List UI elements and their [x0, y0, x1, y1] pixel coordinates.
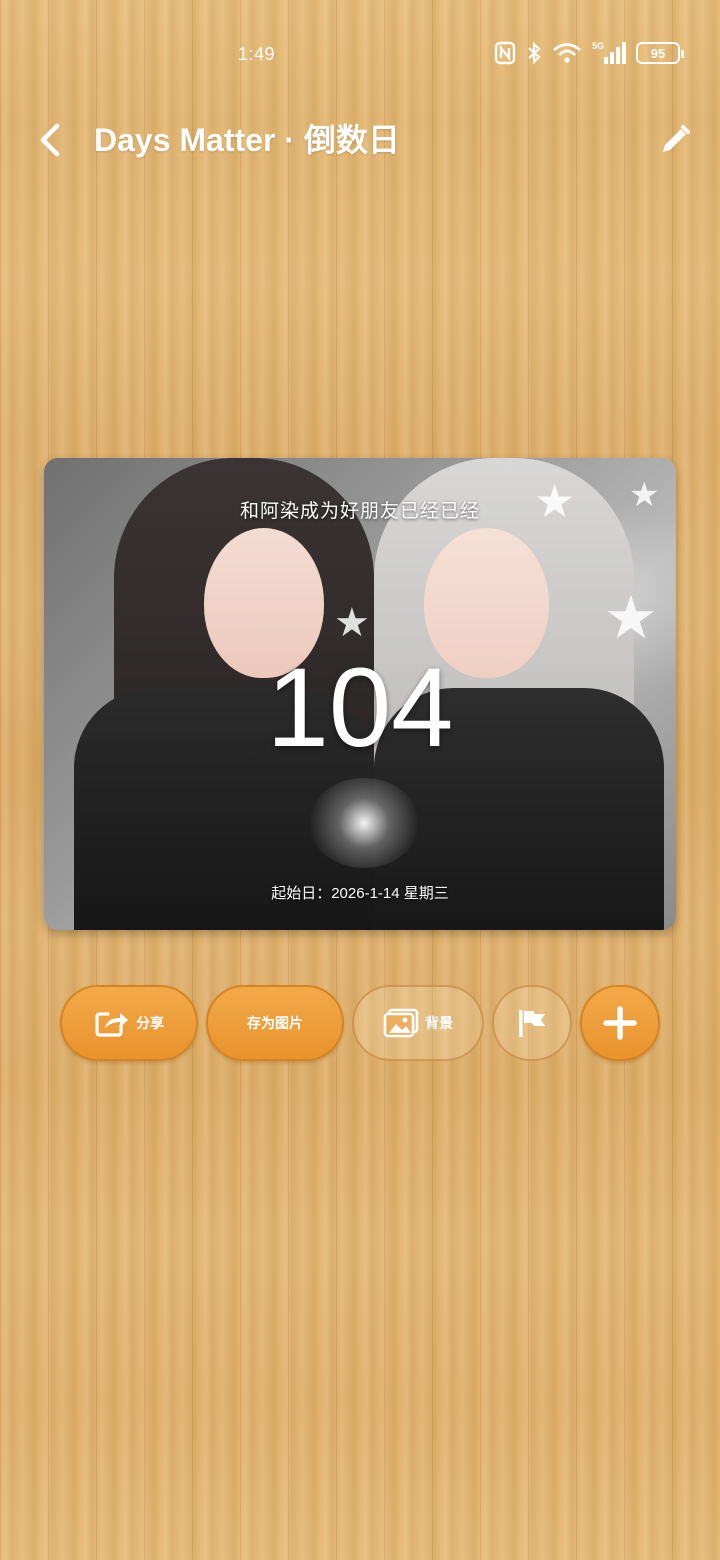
share-label: 分享	[136, 1015, 164, 1031]
background-button[interactable]: 背景	[352, 985, 484, 1061]
back-button[interactable]	[30, 119, 70, 161]
image-icon	[383, 1008, 419, 1038]
action-bar: 分享 存为图片 背景	[60, 985, 670, 1063]
app-header: Days Matter · 倒数日	[0, 105, 720, 175]
start-date: 起始日：2026-1-14 星期三	[271, 885, 449, 902]
status-icons: 5G 95	[494, 38, 684, 68]
plus-icon	[603, 1006, 637, 1040]
save-image-label: 存为图片	[247, 1015, 303, 1031]
pencil-icon	[663, 125, 690, 152]
card-background-glow	[309, 778, 419, 868]
add-button[interactable]	[580, 985, 660, 1061]
countdown-card[interactable]: ★ ★ ★ ★ 和阿染成为好朋友已经已经 104 起始日：2026-1-14 星…	[44, 458, 676, 930]
chevron-left-icon	[40, 123, 60, 157]
share-button[interactable]: 分享	[60, 985, 198, 1061]
wifi-icon	[552, 42, 582, 64]
share-icon	[95, 1012, 128, 1037]
page-title: Days Matter · 倒数日	[94, 122, 400, 158]
day-count: 104	[266, 645, 454, 770]
background-label: 背景	[425, 1015, 453, 1031]
card-caption: 和阿染成为好朋友已经已经	[239, 501, 480, 522]
star-decoration: ★	[604, 584, 658, 651]
flag-button[interactable]	[492, 985, 572, 1061]
save-image-button[interactable]: 存为图片	[206, 985, 344, 1061]
signal-5g-icon: 5G	[592, 40, 626, 66]
star-decoration: ★	[334, 601, 370, 645]
nfc-icon	[494, 41, 516, 65]
status-bar: 1:49 5G 95	[0, 0, 720, 110]
battery-icon: 95	[636, 42, 684, 64]
status-time: 1:49	[238, 44, 276, 64]
bluetooth-icon	[526, 41, 542, 65]
edit-button[interactable]	[654, 119, 696, 161]
flag-icon	[519, 1010, 545, 1037]
svg-text:5G: 5G	[592, 41, 604, 51]
